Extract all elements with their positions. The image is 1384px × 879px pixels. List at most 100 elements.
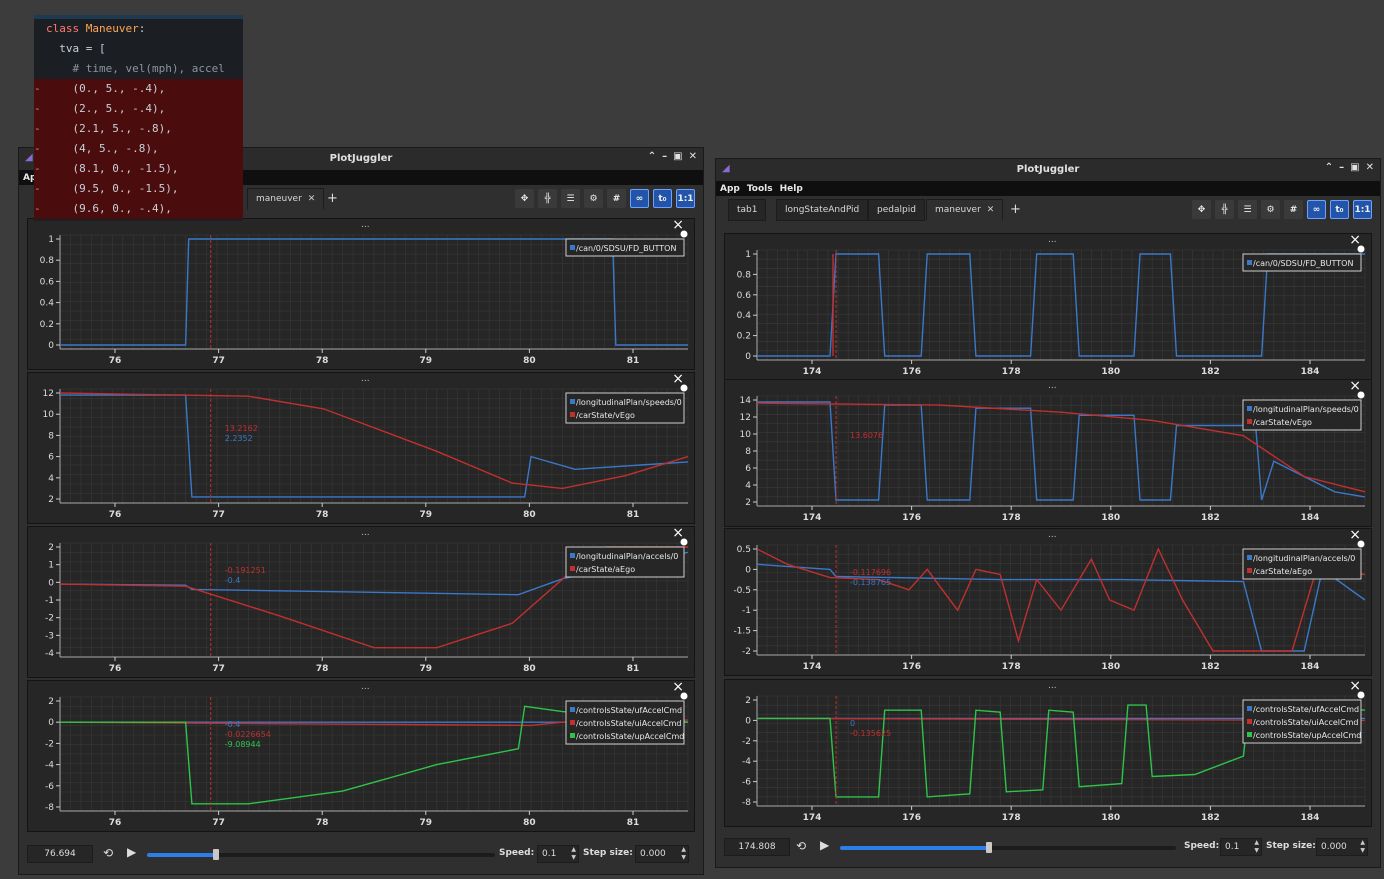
minimize-icon[interactable]: – — [662, 151, 667, 162]
legend-handle-icon[interactable] — [1357, 245, 1365, 253]
legend-entry[interactable]: /longitudinalPlan/speeds/0 — [576, 398, 682, 407]
time-slider[interactable] — [147, 849, 495, 860]
legend-entry[interactable]: /controlsState/ufAccelCmd — [576, 706, 682, 715]
legend-handle-icon[interactable] — [1357, 391, 1365, 399]
code-line: - (4, 5., -.8), — [34, 139, 243, 159]
time-offset-icon[interactable]: t₀ — [653, 189, 672, 208]
add-tab-icon[interactable]: + — [1010, 202, 1021, 217]
plot-canvas[interactable]: 0.5 0 -0.5 -1 -1.5 -2 174 176 178 180 182 184 -0.117… — [725, 529, 1373, 677]
loop-icon[interactable]: ⟲ — [103, 846, 113, 860]
legend-entry[interactable]: /controlsState/upAccelCmd — [1253, 731, 1361, 740]
plot-panel[interactable]: ... × 14 12 10 8 6 4 2 174 176 178 180 182 184 13.6076/… — [724, 378, 1373, 528]
add-tab-icon[interactable]: + — [327, 191, 338, 206]
legend-entry[interactable]: /longitudinalPlan/accels/0 — [1253, 554, 1355, 563]
slider-handle[interactable] — [213, 849, 219, 860]
plot-panel[interactable]: ... × 1 0.8 0.6 0.4 0.2 0 174 176 178 180 182 184/can… — [724, 232, 1373, 382]
y-tick-label: 0 — [745, 716, 751, 726]
move-icon[interactable]: ✥ — [1192, 200, 1211, 219]
maximize-icon[interactable]: ▣ — [673, 151, 682, 162]
legend-entry[interactable]: /carState/aEgo — [1253, 567, 1312, 576]
collapse-icon[interactable]: ⌃ — [1325, 162, 1333, 173]
ratio-icon[interactable]: 1:1 — [676, 189, 695, 208]
tab-maneuver[interactable]: maneuver ✕ — [247, 188, 325, 210]
playback-bar: 76.694 ⟲ ▶ Speed: 0.1 ▲ ▼ Step size: 0.000… — [27, 842, 695, 866]
link-icon[interactable]: ∞ — [630, 189, 649, 208]
legend-entry[interactable]: /can/0/SDSU/FD_BUTTON — [576, 244, 676, 253]
plot-panel[interactable]: ... × 12 10 8 6 4 2 76 77 78 79 80 81 13.2162 2.2352/lo… — [27, 371, 696, 525]
legend-entry[interactable]: /carState/vEgo — [1253, 418, 1312, 427]
tab-tab1[interactable]: tab1 — [728, 199, 767, 221]
time-offset-icon[interactable]: t₀ — [1330, 200, 1349, 219]
list-icon[interactable]: ☰ — [561, 189, 580, 208]
tab-maneuver[interactable]: maneuver ✕ — [926, 199, 1004, 221]
layout-icon[interactable]: ╬ — [1215, 200, 1234, 219]
plot-canvas[interactable]: 14 12 10 8 6 4 2 174 176 178 180 182 184 13.6076/long… — [725, 380, 1373, 528]
plot-canvas[interactable]: 2 1 0 -1 -2 -3 -4 76 77 78 79 80 81 -0.191251-0.4/lon… — [28, 527, 696, 679]
x-tick-label: 80 — [523, 664, 536, 674]
legend-entry[interactable]: /controlsState/ufAccelCmd — [1253, 705, 1359, 714]
plot-canvas[interactable]: 2 0 -2 -4 -6 -8 76 77 78 79 80 81 -0.4-0.0226654-9.0… — [28, 681, 696, 833]
legend-handle-icon[interactable] — [1357, 540, 1365, 548]
legend-entry[interactable]: /longitudinalPlan/accels/0 — [576, 552, 678, 561]
tab-label: maneuver — [256, 194, 302, 204]
layout-icon[interactable]: ╬ — [538, 189, 557, 208]
tab-pedalpid[interactable]: pedalpid — [868, 199, 925, 221]
y-tick-label: 12 — [740, 413, 751, 423]
menu-item-tools[interactable]: Tools — [747, 184, 773, 194]
step-size-spinbox[interactable]: 0.000 ▲ ▼ — [1316, 838, 1368, 856]
legend-entry[interactable]: /controlsState/uiAccelCmd — [1253, 718, 1359, 727]
grid-icon[interactable]: # — [1284, 200, 1303, 219]
legend-entry[interactable]: /longitudinalPlan/speeds/0 — [1253, 405, 1359, 414]
maximize-icon[interactable]: ▣ — [1350, 162, 1359, 173]
speed-spinbox[interactable]: 0.1 ▲ ▼ — [537, 845, 579, 863]
play-icon[interactable]: ▶ — [820, 838, 829, 852]
plot-canvas[interactable]: 20-2-4-6-8174 176 178 180 182 1840-0.135625/c… — [725, 680, 1373, 828]
time-field[interactable]: 174.808 — [724, 838, 790, 856]
legend-handle-icon[interactable] — [680, 384, 688, 392]
close-icon[interactable]: ✕ — [689, 151, 697, 162]
step-size-spinbox[interactable]: 0.000 ▲ ▼ — [635, 845, 689, 863]
plot-canvas[interactable]: 12 10 8 6 4 2 76 77 78 79 80 81 13.21622.2352/longit… — [28, 373, 696, 525]
loop-icon[interactable]: ⟲ — [796, 839, 806, 853]
minimize-icon[interactable]: – — [1339, 162, 1344, 173]
plot-canvas[interactable]: 1 0.8 0.6 0.4 0.2 0 76 77 78 79 80 81/can/0/SDSU/FD… — [28, 219, 696, 371]
tab-close-icon[interactable]: ✕ — [987, 205, 995, 215]
x-tick-label: 77 — [212, 356, 225, 366]
slider-handle[interactable] — [986, 842, 992, 853]
list-icon[interactable]: ☰ — [1238, 200, 1257, 219]
plotjuggler-window-left: ◢ PlotJuggler ⌃ – ▣ ✕ Ap maneuver ✕ + ✥ ╬… — [18, 147, 704, 875]
code-line: - (8.1, 0., -1.5), — [34, 159, 243, 179]
move-icon[interactable]: ✥ — [515, 189, 534, 208]
legend-entry[interactable]: /carState/aEgo — [576, 565, 635, 574]
plot-panel[interactable]: ... × 0.5 0 -0.5 -1 -1.5 -2 174 176 178 180 182 184 -0… — [724, 527, 1373, 677]
speed-spinbox[interactable]: 0.1 ▲ ▼ — [1220, 838, 1262, 856]
grid-icon[interactable]: # — [607, 189, 626, 208]
plot-canvas[interactable]: 1 0.8 0.6 0.4 0.2 0 174 176 178 180 182 184/can/0/S… — [725, 234, 1373, 382]
close-icon[interactable]: ✕ — [1366, 162, 1374, 173]
tab-longstateandpid[interactable]: longStateAndPid — [776, 199, 869, 221]
settings-icon[interactable]: ⚙ — [1261, 200, 1280, 219]
plot-panel[interactable]: ... × 2 0 -2 -4 -6 -8 76 77 78 79 80 81 -0.4 -0.0226654… — [27, 679, 696, 833]
ratio-icon[interactable]: 1:1 — [1353, 200, 1372, 219]
plot-panel[interactable]: ... × 1 0.8 0.6 0.4 0.2 0 76 77 78 79 80 81/can/0/SDS… — [27, 217, 696, 371]
legend-handle-icon[interactable] — [1357, 691, 1365, 699]
legend-handle-icon[interactable] — [680, 230, 688, 238]
legend-entry[interactable]: /controlsState/uiAccelCmd — [576, 719, 682, 728]
menu-item-app[interactable]: App — [720, 184, 740, 194]
plot-panel[interactable]: ... × 2 1 0 -1 -2 -3 -4 76 77 78 79 80 81 -0.191251 -0.4… — [27, 525, 696, 679]
legend-entry[interactable]: /carState/vEgo — [576, 411, 635, 420]
collapse-icon[interactable]: ⌃ — [648, 151, 656, 162]
time-field[interactable]: 76.694 — [27, 845, 93, 863]
menu-item-help[interactable]: Help — [780, 184, 803, 194]
link-icon[interactable]: ∞ — [1307, 200, 1326, 219]
legend-handle-icon[interactable] — [680, 692, 688, 700]
play-icon[interactable]: ▶ — [127, 845, 136, 859]
tab-close-icon[interactable]: ✕ — [308, 194, 316, 204]
plot-panel[interactable]: ... × 2 0 -2 -4 -6 -8 174 176 178 180 182 184 0 -0.1356… — [724, 678, 1373, 828]
legend-entry[interactable]: /controlsState/upAccelCmd — [576, 732, 684, 741]
time-slider[interactable] — [840, 842, 1176, 853]
legend-entry[interactable]: /can/0/SDSU/FD_BUTTON — [1253, 259, 1353, 268]
settings-icon[interactable]: ⚙ — [584, 189, 603, 208]
cursor-value: 0 — [850, 719, 855, 728]
legend-handle-icon[interactable] — [680, 538, 688, 546]
